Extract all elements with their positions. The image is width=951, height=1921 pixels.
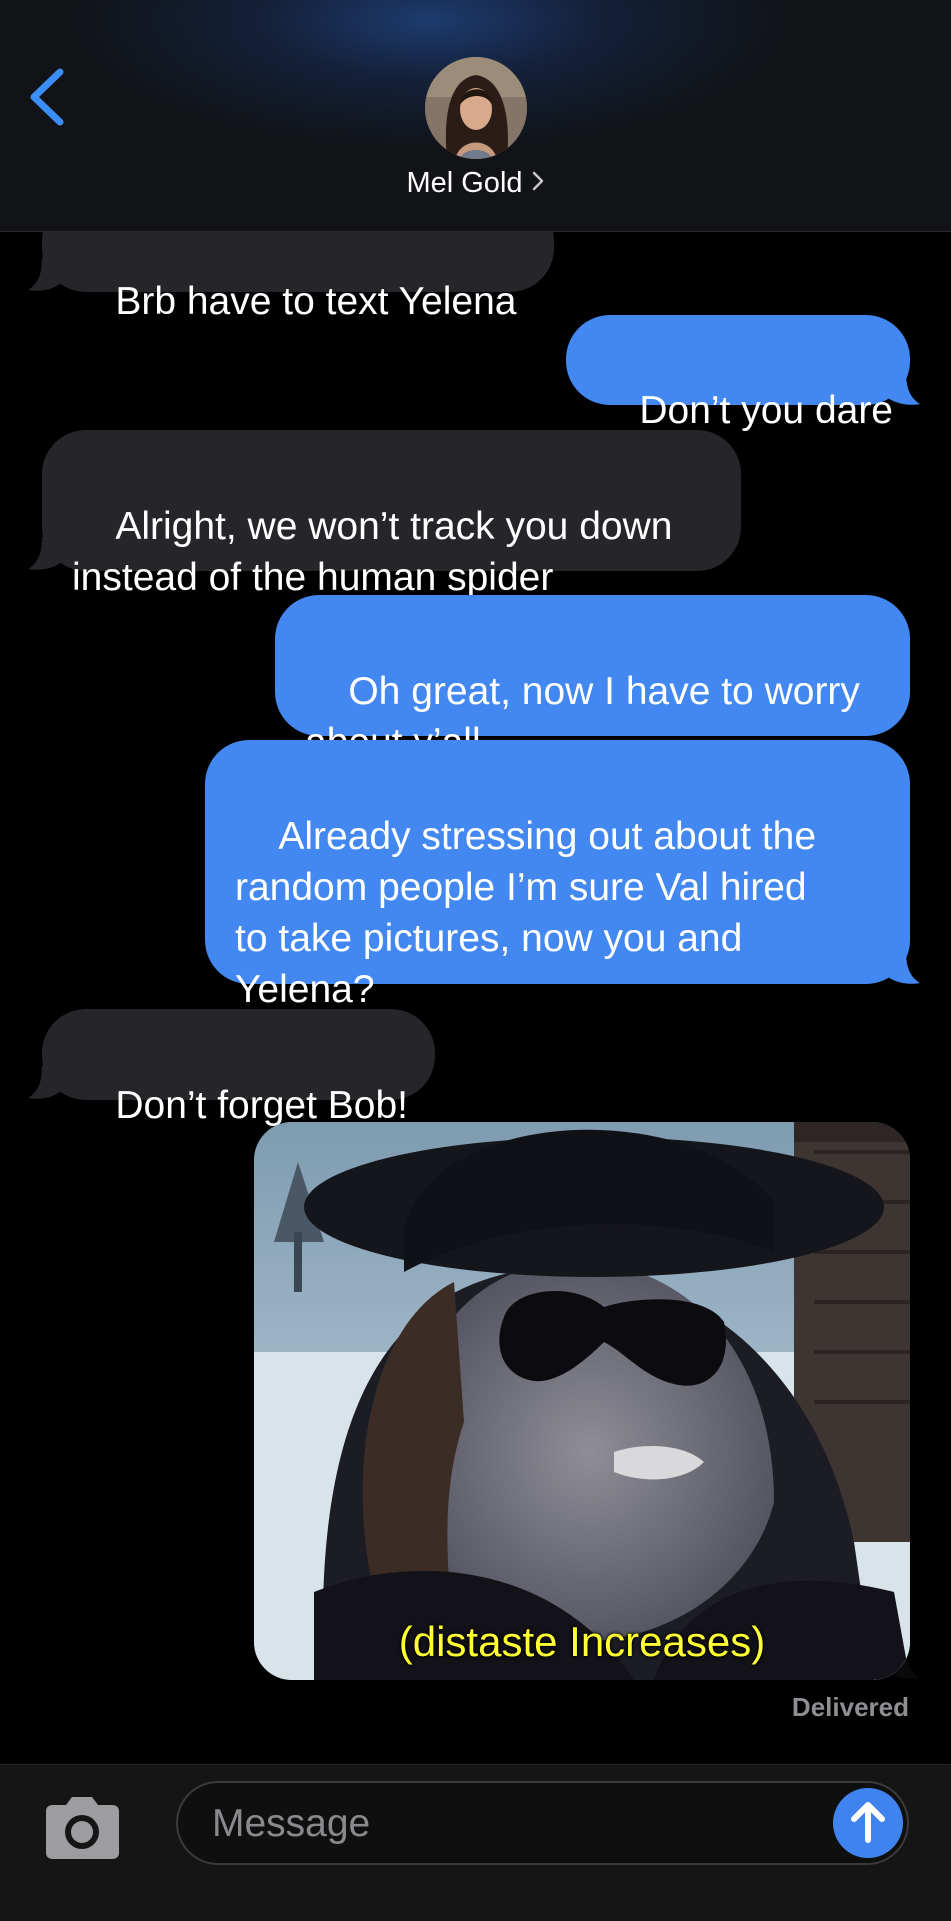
contact-name-button[interactable]: Mel Gold — [0, 167, 951, 201]
contact-name: Mel Gold — [406, 167, 523, 199]
send-button[interactable] — [833, 1788, 903, 1858]
message-bubble-outgoing[interactable]: Don’t you dare — [566, 315, 910, 432]
message-bubble-outgoing[interactable]: Oh great, now I have to worry about y’al… — [275, 595, 910, 764]
avatar[interactable] — [425, 57, 527, 159]
message-text: Brb have to text Yelena — [115, 280, 517, 323]
message-bubble-outgoing[interactable]: Already stressing out about the random p… — [205, 740, 910, 1011]
conversation-header: Mel Gold — [0, 0, 951, 232]
back-chevron-icon — [30, 68, 64, 126]
avatar-image — [425, 57, 527, 159]
message-bubble-incoming[interactable]: Don’t forget Bob! — [42, 1009, 435, 1127]
image-message[interactable]: (distaste Increases) — [254, 1122, 910, 1680]
reaction-image — [254, 1122, 910, 1680]
chevron-right-icon — [532, 171, 543, 191]
message-text: Already stressing out about the random p… — [235, 815, 817, 1011]
camera-button[interactable] — [40, 1795, 124, 1861]
arrow-up-icon — [851, 1802, 885, 1843]
image-caption: (distaste Increases) — [398, 1618, 766, 1665]
message-input[interactable] — [210, 1783, 774, 1865]
message-text: Alright, we won’t track you down instead… — [72, 505, 673, 599]
message-field[interactable] — [176, 1781, 909, 1865]
message-composer — [0, 1764, 951, 1921]
camera-icon — [46, 1797, 119, 1859]
back-button[interactable] — [22, 62, 78, 132]
message-bubble-incoming[interactable]: Alright, we won’t track you down instead… — [42, 430, 741, 599]
message-text: Don’t you dare — [639, 389, 893, 432]
delivery-status: Delivered — [791, 1692, 909, 1722]
message-text: Don’t forget Bob! — [115, 1084, 409, 1127]
